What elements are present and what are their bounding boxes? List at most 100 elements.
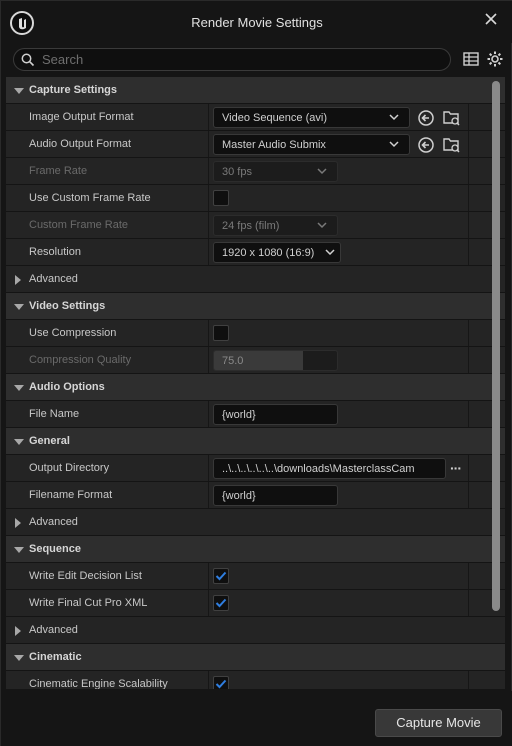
chevron-down-icon (317, 222, 327, 229)
category-sequence[interactable]: Sequence (6, 536, 505, 563)
advanced-group-sequence[interactable]: Advanced (6, 617, 505, 644)
image-output-format-dropdown[interactable]: Video Sequence (avi) (213, 107, 410, 128)
use-custom-frame-rate-checkbox[interactable] (213, 190, 229, 206)
advanced-label: Advanced (29, 516, 78, 528)
category-video-settings[interactable]: Video Settings (6, 293, 505, 320)
expand-arrow-icon[interactable] (14, 304, 24, 310)
write-edl-checkbox[interactable] (213, 568, 229, 584)
search-icon (21, 53, 35, 67)
expand-arrow-icon[interactable] (15, 518, 21, 528)
render-movie-settings-window: Render Movie Settings Capture Settings I… (0, 0, 512, 746)
checkmark-icon (215, 679, 227, 689)
property-audio-output-format: Audio Output Format Master Audio Submix (6, 131, 505, 158)
title-bar: Render Movie Settings (1, 1, 512, 43)
dropdown-value: Master Audio Submix (222, 139, 326, 151)
resolution-dropdown[interactable]: 1920 x 1080 (16:9) (213, 242, 341, 263)
property-label: Frame Rate (29, 165, 88, 177)
property-label: Cinematic Engine Scalability (29, 678, 168, 689)
property-filename-format: Filename Format {world} (6, 482, 505, 509)
slider-value: 75.0 (222, 355, 244, 367)
search-input[interactable] (42, 51, 442, 68)
input-value: {world} (222, 409, 256, 421)
advanced-label: Advanced (29, 624, 78, 636)
category-audio-options[interactable]: Audio Options (6, 374, 505, 401)
property-label: Resolution (29, 246, 81, 258)
property-compression-quality: Compression Quality 75.0 (6, 347, 505, 374)
audio-output-format-dropdown[interactable]: Master Audio Submix (213, 134, 410, 155)
property-label: Write Edit Decision List (29, 570, 142, 582)
write-fcp-xml-checkbox[interactable] (213, 595, 229, 611)
browse-folder-icon[interactable] (442, 135, 461, 154)
search-row (1, 45, 512, 75)
property-label: Write Final Cut Pro XML (29, 597, 148, 609)
property-write-edl: Write Edit Decision List (6, 563, 505, 590)
property-label: Custom Frame Rate (29, 219, 129, 231)
property-label: Output Directory (29, 462, 110, 474)
category-label: General (29, 435, 70, 447)
category-label: Audio Options (29, 381, 105, 393)
expand-arrow-icon[interactable] (14, 655, 24, 661)
chevron-down-icon (389, 141, 399, 148)
category-label: Sequence (29, 543, 81, 555)
input-value: {world} (222, 490, 256, 502)
use-selected-arrow-icon[interactable] (417, 109, 435, 127)
category-cinematic[interactable]: Cinematic (6, 644, 505, 671)
chevron-down-icon (325, 249, 335, 256)
expand-arrow-icon[interactable] (14, 439, 24, 445)
category-label: Capture Settings (29, 84, 118, 96)
property-use-compression: Use Compression (6, 320, 505, 347)
audio-file-name-input[interactable]: {world} (213, 404, 338, 425)
checkmark-icon (215, 571, 227, 581)
property-cinematic-engine-scalability: Cinematic Engine Scalability (6, 671, 505, 689)
category-capture-settings[interactable]: Capture Settings (6, 77, 505, 104)
compression-quality-slider[interactable]: 75.0 (213, 350, 338, 371)
frame-rate-dropdown[interactable]: 30 fps (213, 161, 338, 182)
advanced-group-capture[interactable]: Advanced (6, 266, 505, 293)
custom-frame-rate-dropdown[interactable]: 24 fps (film) (213, 215, 338, 236)
property-label: File Name (29, 408, 80, 420)
capture-movie-button[interactable]: Capture Movie (375, 709, 502, 737)
property-label: Audio Output Format (29, 138, 132, 150)
property-use-custom-frame-rate: Use Custom Frame Rate (6, 185, 505, 212)
use-compression-checkbox[interactable] (213, 325, 229, 341)
advanced-group-general[interactable]: Advanced (6, 509, 505, 536)
filename-format-input[interactable]: {world} (213, 485, 338, 506)
category-label: Video Settings (29, 300, 106, 312)
property-resolution: Resolution 1920 x 1080 (16:9) (6, 239, 505, 266)
property-audio-file-name: File Name {world} (6, 401, 505, 428)
vertical-scrollbar[interactable] (492, 81, 500, 611)
property-label: Compression Quality (29, 354, 132, 366)
table-view-icon[interactable] (462, 50, 482, 70)
property-label: Use Compression (29, 327, 117, 339)
advanced-label: Advanced (29, 273, 78, 285)
property-write-fcp-xml: Write Final Cut Pro XML (6, 590, 505, 617)
browse-ellipsis-icon[interactable]: ··· (450, 461, 462, 475)
checkmark-icon (215, 598, 227, 608)
category-label: Cinematic (29, 651, 82, 663)
dropdown-value: 1920 x 1080 (16:9) (222, 247, 315, 259)
category-general[interactable]: General (6, 428, 505, 455)
settings-gear-icon[interactable] (486, 50, 506, 70)
window-title: Render Movie Settings (191, 15, 323, 30)
property-frame-rate: Frame Rate 30 fps (6, 158, 505, 185)
property-label: Use Custom Frame Rate (29, 192, 151, 204)
details-panel: Capture Settings Image Output Format Vid… (6, 77, 505, 689)
expand-arrow-icon[interactable] (15, 275, 21, 285)
search-box[interactable] (13, 48, 451, 71)
property-image-output-format: Image Output Format Video Sequence (avi) (6, 104, 505, 131)
output-directory-input[interactable]: ..\..\..\..\..\..\downloads\MasterclassC… (213, 458, 446, 479)
footer: Capture Movie (1, 691, 512, 746)
browse-folder-icon[interactable] (442, 108, 461, 127)
expand-arrow-icon[interactable] (14, 547, 24, 553)
use-selected-arrow-icon[interactable] (417, 136, 435, 154)
property-label: Image Output Format (29, 111, 134, 123)
dropdown-value: 30 fps (222, 166, 252, 178)
cinematic-engine-scalability-checkbox[interactable] (213, 676, 229, 689)
close-icon[interactable] (481, 9, 503, 31)
chevron-down-icon (389, 114, 399, 121)
dropdown-value: 24 fps (film) (222, 220, 280, 232)
expand-arrow-icon[interactable] (14, 385, 24, 391)
expand-arrow-icon[interactable] (15, 626, 21, 636)
expand-arrow-icon[interactable] (14, 88, 24, 94)
property-output-directory: Output Directory ..\..\..\..\..\..\downl… (6, 455, 505, 482)
